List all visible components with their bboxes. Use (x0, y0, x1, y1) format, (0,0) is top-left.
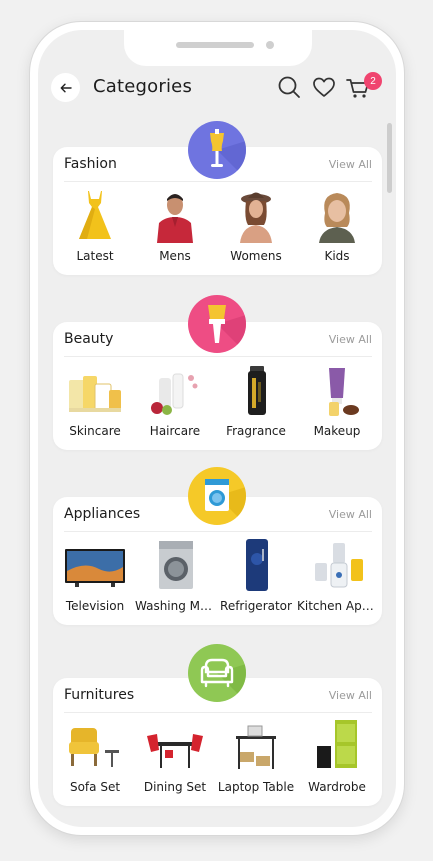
item-label: Haircare (149, 424, 201, 438)
tv-image (65, 549, 125, 587)
cart-count-badge: 2 (364, 72, 382, 90)
app-screen: Categories 2 Fashion View All Latest Men… (38, 30, 396, 827)
makeup-tube-image (329, 368, 359, 416)
category-item-latest[interactable]: Latest (55, 187, 135, 269)
item-label: Latest (76, 249, 114, 263)
divider (64, 531, 372, 532)
item-label: Refrigerator (220, 599, 292, 613)
washing-machine-icon (205, 479, 246, 525)
divider (64, 356, 372, 357)
scrollbar[interactable] (387, 123, 392, 193)
mixer-grinder-image (315, 543, 363, 588)
item-label: Washing Machine (135, 599, 215, 613)
heart-icon[interactable] (311, 74, 337, 100)
category-item-makeup[interactable]: Makeup (297, 362, 377, 444)
category-item-refrigerator[interactable]: Refrigerator (216, 537, 296, 619)
category-title: Fashion (64, 156, 117, 172)
item-label: Laptop Table (217, 780, 295, 794)
category-title: Beauty (64, 331, 114, 347)
laptop-table-image (236, 725, 276, 769)
category-title: Appliances (64, 506, 141, 522)
dining-set-image (147, 734, 203, 768)
woman-hat-image (240, 192, 272, 243)
category-item-mens[interactable]: Mens (135, 187, 215, 269)
view-all-link[interactable]: View All (329, 508, 372, 521)
skincare-products-image (69, 376, 121, 412)
item-label: Mens (159, 249, 191, 263)
divider (64, 712, 372, 713)
category-item-washing-machine[interactable]: Washing Machine (135, 537, 215, 619)
category-item-womens[interactable]: Womens (216, 187, 296, 269)
category-title: Furnitures (64, 687, 135, 703)
item-label: Wardrobe (308, 780, 366, 794)
wardrobe-image (317, 720, 357, 768)
search-icon[interactable] (276, 74, 302, 100)
appliances-category-badge (188, 467, 246, 525)
fragrance-bottle-image (248, 366, 266, 415)
item-label: Fragrance (226, 424, 286, 438)
phone-frame: Categories 2 Fashion View All Latest Men… (29, 21, 405, 836)
camera (266, 41, 274, 49)
category-item-television[interactable]: Television (55, 537, 135, 619)
device-notch (124, 30, 312, 66)
child-image (319, 193, 355, 243)
refrigerator-image (246, 539, 268, 591)
sofa-chair-image (69, 728, 119, 767)
category-item-fragrance[interactable]: Fragrance (216, 362, 296, 444)
item-label: Sofa Set (69, 780, 121, 794)
item-label: Skincare (69, 424, 121, 438)
dress-form-icon (210, 129, 246, 179)
divider (64, 181, 372, 182)
haircare-products-image (151, 373, 198, 415)
fashion-category-badge (188, 121, 246, 179)
category-item-sofa-set[interactable]: Sofa Set (55, 718, 135, 800)
item-label: Television (65, 599, 125, 613)
item-label: Makeup (313, 424, 361, 438)
armchair-icon (200, 658, 246, 702)
item-label: Kitchen Appliances (297, 599, 377, 613)
category-item-dining-set[interactable]: Dining Set (135, 718, 215, 800)
category-item-haircare[interactable]: Haircare (135, 362, 215, 444)
item-label: Dining Set (143, 780, 207, 794)
category-item-wardrobe[interactable]: Wardrobe (297, 718, 377, 800)
item-label: Womens (230, 249, 282, 263)
washing-machine-image (159, 541, 193, 589)
beauty-category-badge (188, 295, 246, 353)
arrow-left-icon (60, 83, 72, 92)
view-all-link[interactable]: View All (329, 158, 372, 171)
speaker (176, 42, 254, 48)
item-label: Kids (324, 249, 350, 263)
category-item-skincare[interactable]: Skincare (55, 362, 135, 444)
back-button[interactable] (51, 73, 80, 102)
page-title: Categories (93, 76, 193, 97)
category-item-kitchen-appliances[interactable]: Kitchen Appliances (297, 537, 377, 619)
furnitures-category-badge (188, 644, 246, 702)
man-red-shirt-image (157, 194, 193, 243)
view-all-link[interactable]: View All (329, 333, 372, 346)
brush-icon (208, 305, 246, 353)
category-item-kids[interactable]: Kids (297, 187, 377, 269)
category-item-laptop-table[interactable]: Laptop Table (216, 718, 296, 800)
yellow-dress-image (79, 191, 111, 239)
view-all-link[interactable]: View All (329, 689, 372, 702)
